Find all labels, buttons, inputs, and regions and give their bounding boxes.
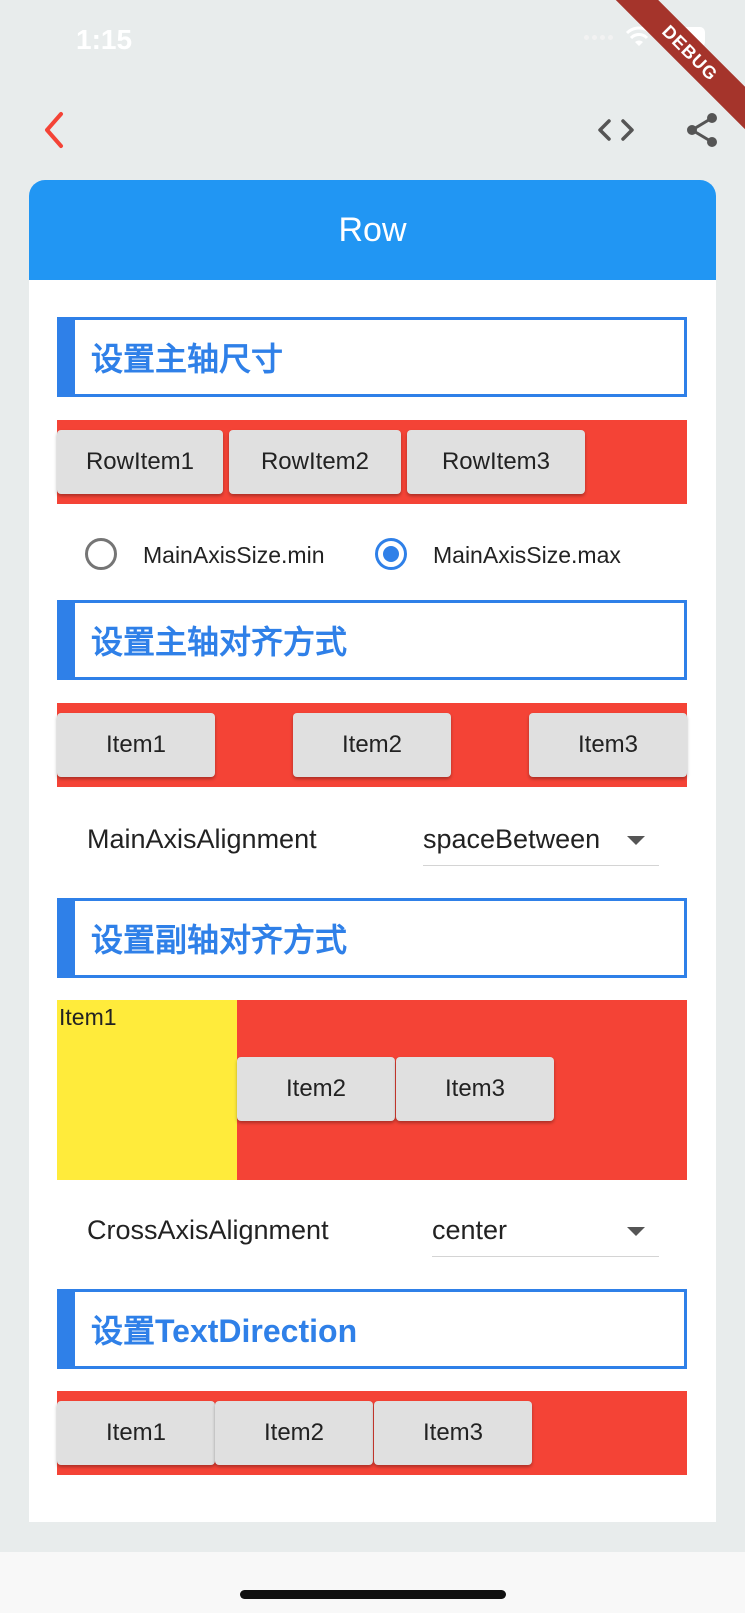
radio-main-axis-size-max[interactable] bbox=[375, 538, 407, 570]
alignment-item-1[interactable]: Item1 bbox=[57, 713, 215, 777]
cross-item-1[interactable]: Item1 bbox=[57, 1000, 237, 1180]
dropdown-arrow-icon bbox=[627, 1227, 645, 1236]
alignment-item-2[interactable]: Item2 bbox=[293, 713, 451, 777]
direction-item-3[interactable]: Item3 bbox=[374, 1401, 532, 1465]
status-time: 1:15 bbox=[76, 24, 133, 55]
cross-axis-alignment-dropdown[interactable]: center bbox=[432, 1207, 659, 1257]
row-item-1[interactable]: RowItem1 bbox=[57, 430, 223, 494]
main-axis-size-radio-group: MainAxisSize.min MainAxisSize.max bbox=[85, 530, 685, 580]
page-title: Row bbox=[338, 210, 407, 249]
row-demo-cross-axis-alignment: Item1 Item2 Item3 bbox=[57, 1000, 687, 1180]
row-demo-main-axis-alignment: Item1 Item2 Item3 bbox=[57, 703, 687, 787]
row-item-3[interactable]: RowItem3 bbox=[407, 430, 585, 494]
back-button[interactable] bbox=[30, 106, 78, 154]
section-title-cross-axis-alignment: 设置副轴对齐方式 bbox=[57, 898, 687, 978]
main-axis-alignment-label: MainAxisAlignment bbox=[87, 824, 317, 854]
app-bar bbox=[0, 96, 745, 164]
alignment-item-3[interactable]: Item3 bbox=[529, 713, 687, 777]
direction-item-1[interactable]: Item1 bbox=[57, 1401, 215, 1465]
cross-axis-alignment-label: CrossAxisAlignment bbox=[87, 1215, 329, 1245]
dropdown-value: center bbox=[432, 1215, 508, 1245]
cross-item-1-label: Item1 bbox=[59, 1004, 117, 1030]
section-title-main-axis-alignment: 设置主轴对齐方式 bbox=[57, 600, 687, 680]
row-demo-text-direction: Item1 Item2 Item3 bbox=[57, 1391, 687, 1475]
share-button[interactable] bbox=[678, 106, 726, 154]
radio-label-min: MainAxisSize.min bbox=[143, 542, 325, 568]
chevron-left-icon bbox=[45, 112, 63, 148]
section-title-main-axis-size: 设置主轴尺寸 bbox=[57, 317, 687, 397]
radio-label-max: MainAxisSize.max bbox=[433, 542, 621, 568]
card-header: Row bbox=[29, 180, 716, 280]
row-demo-main-axis-size: RowItem1 RowItem2 RowItem3 bbox=[57, 420, 687, 504]
dropdown-value: spaceBetween bbox=[423, 824, 601, 854]
dropdown-arrow-icon bbox=[627, 836, 645, 845]
share-icon bbox=[687, 113, 717, 147]
cross-item-2[interactable]: Item2 bbox=[237, 1057, 395, 1121]
status-bar: 1:15 DEBUG bbox=[0, 0, 745, 131]
code-icon bbox=[598, 119, 634, 141]
row-item-2[interactable]: RowItem2 bbox=[229, 430, 401, 494]
section-title-text-direction: 设置TextDirection bbox=[57, 1289, 687, 1369]
home-area bbox=[0, 1552, 745, 1613]
signal-icon bbox=[584, 34, 613, 40]
home-indicator[interactable] bbox=[240, 1590, 506, 1599]
code-button[interactable] bbox=[592, 106, 640, 154]
content-card: Row 设置主轴尺寸 RowItem1 RowItem2 RowItem3 Ma… bbox=[29, 180, 716, 1522]
cross-item-3[interactable]: Item3 bbox=[396, 1057, 554, 1121]
direction-item-2[interactable]: Item2 bbox=[215, 1401, 373, 1465]
main-axis-alignment-dropdown[interactable]: spaceBetween bbox=[423, 816, 659, 866]
radio-main-axis-size-min[interactable] bbox=[85, 538, 117, 570]
